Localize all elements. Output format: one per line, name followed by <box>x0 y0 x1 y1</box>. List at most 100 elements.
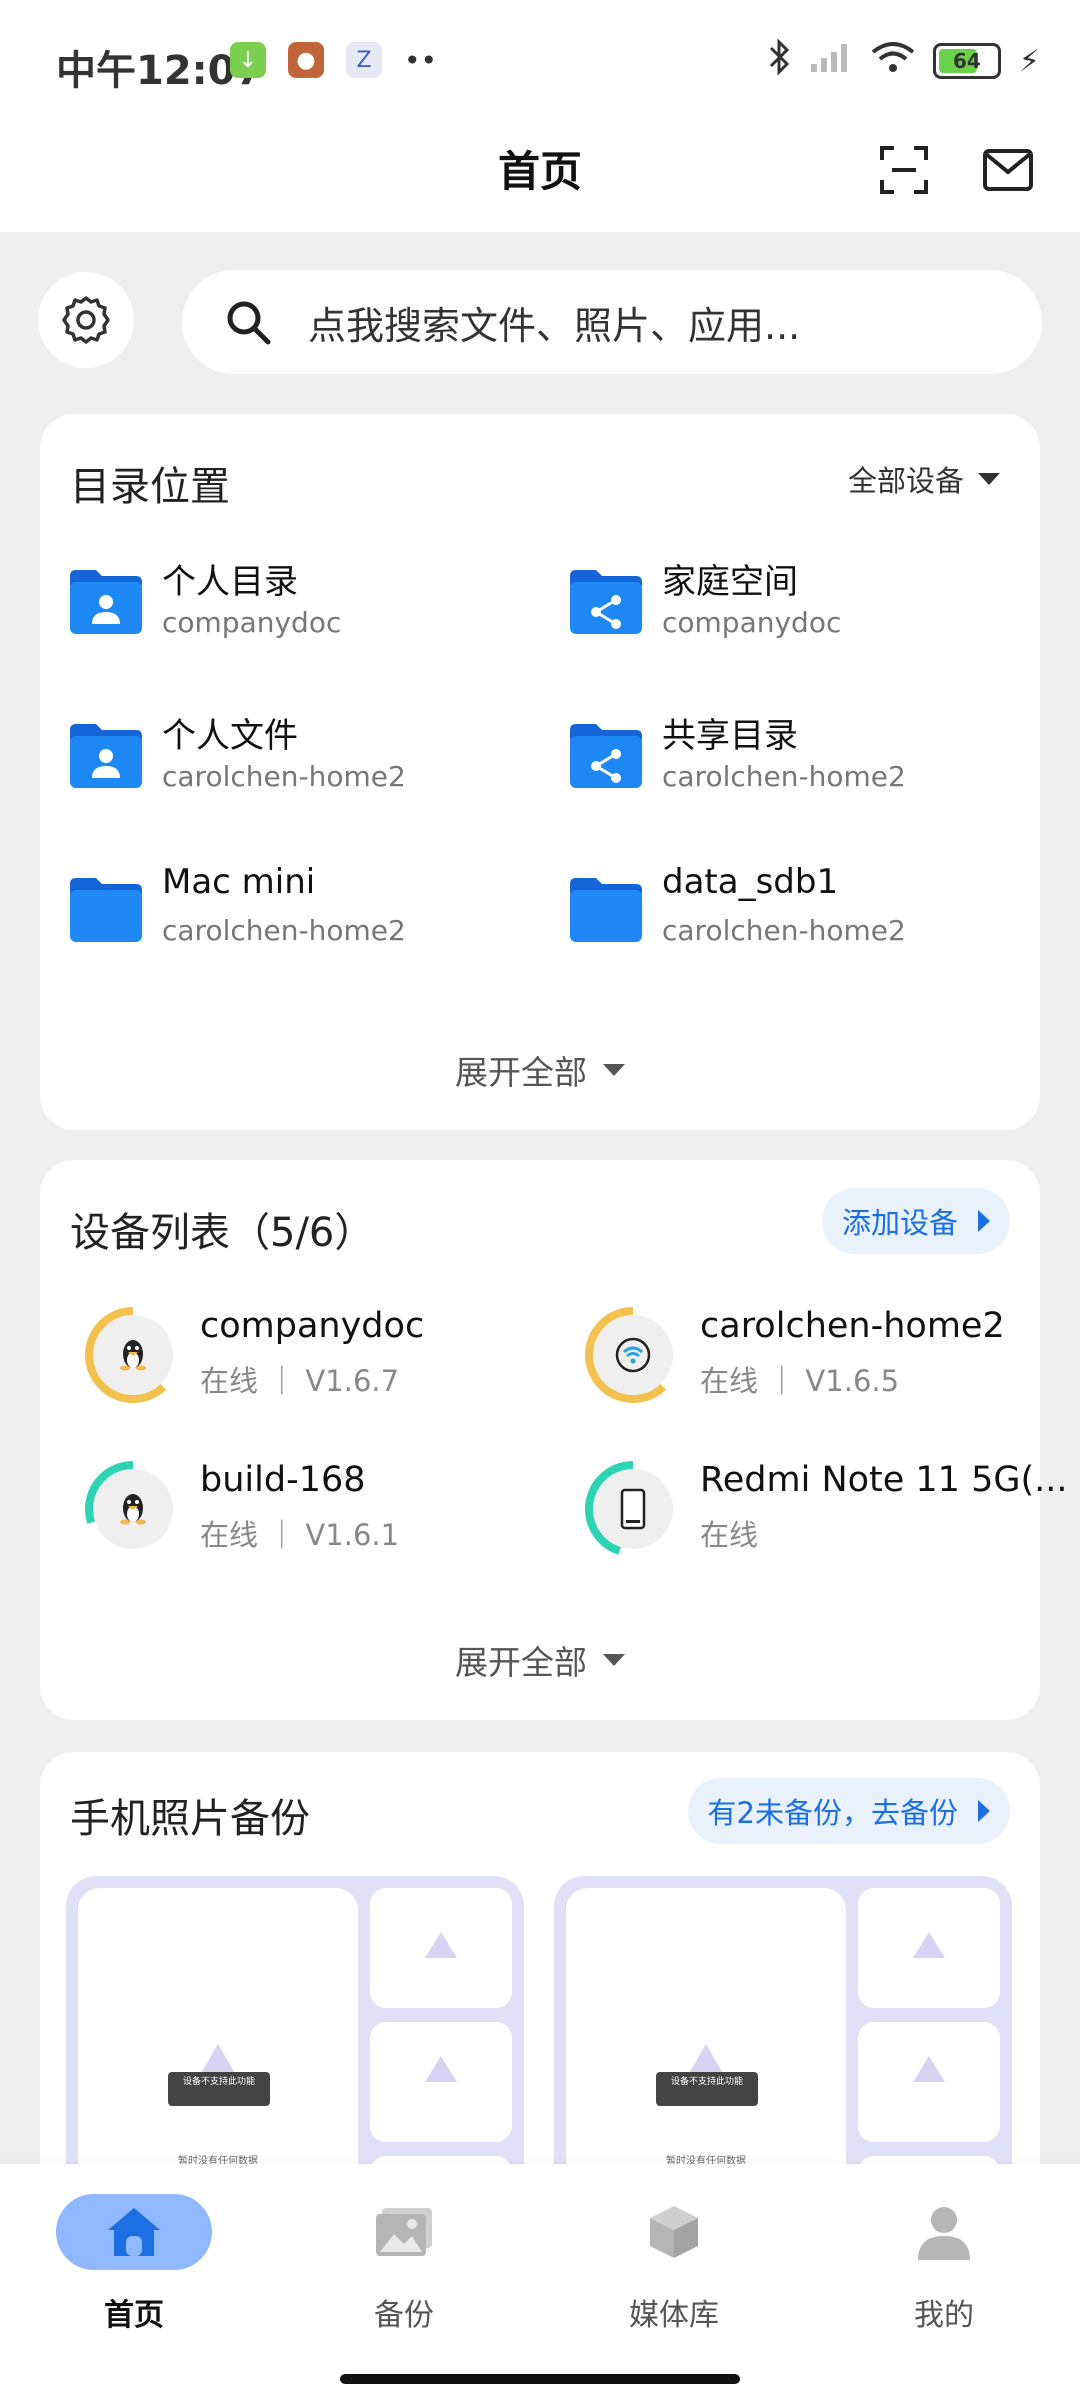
app-notification-icon: Z <box>346 42 382 78</box>
device-item[interactable]: build-168 在线 ｜ V1.6.1 <box>78 1454 558 1584</box>
device-status: 在线 ｜ V1.6.7 <box>200 1364 400 1398</box>
directory-device: companydoc <box>162 606 342 639</box>
folder-icon <box>68 874 144 944</box>
directory-item[interactable]: 家庭空间 companydoc <box>568 548 1048 668</box>
app-header: 首页 <box>0 124 1080 232</box>
device-name: companydoc <box>200 1306 425 1346</box>
directory-card: 目录位置 全部设备 个人目录 companydoc 家庭空间 companydoc 个人… <box>40 414 1040 1130</box>
go-backup-label: 有2未备份，去备份 <box>707 1796 958 1830</box>
share-folder-icon <box>568 720 644 790</box>
chevron-down-icon <box>978 473 1000 485</box>
empty-illustration-icon <box>913 2056 945 2082</box>
directory-name: data_sdb1 <box>662 862 839 902</box>
photo-backup-title: 手机照片备份 <box>70 1796 310 1842</box>
directory-item[interactable]: 个人目录 companydoc <box>68 548 548 668</box>
device-name: carolchen-home2 <box>700 1306 1005 1346</box>
nav-label: 首页 <box>104 2298 164 2333</box>
chevron-down-icon <box>603 1064 625 1076</box>
gear-icon <box>62 296 110 344</box>
home-icon <box>56 2194 212 2270</box>
go-backup-button[interactable]: 有2未备份，去备份 <box>687 1778 1010 1844</box>
charging-icon: ⚡ <box>1018 43 1040 79</box>
chevron-right-icon <box>978 1210 990 1232</box>
user-folder-icon <box>68 720 144 790</box>
bluetooth-icon <box>767 38 791 84</box>
directory-item[interactable]: 个人文件 carolchen-home2 <box>68 702 548 822</box>
nav-label: 备份 <box>374 2298 434 2333</box>
device-item[interactable]: carolchen-home2 在线 ｜ V1.6.5 <box>578 1300 1058 1430</box>
photo-preview-thumb <box>370 2022 512 2142</box>
device-status: 在线 ｜ V1.6.5 <box>700 1364 900 1398</box>
expand-label: 展开全部 <box>455 1053 587 1092</box>
photo-preview-card[interactable]: 设备不支持此功能 暂时没有任何数据 <box>554 1876 1012 2196</box>
directory-item[interactable]: Mac mini carolchen-home2 <box>68 856 548 976</box>
nav-item-backup[interactable]: 备份 <box>304 2194 504 2334</box>
game-app-icon: ● <box>288 42 324 78</box>
directory-device: carolchen-home2 <box>662 914 906 947</box>
expand-label: 展开全部 <box>455 1643 587 1682</box>
search-placeholder: 点我搜索文件、照片、应用... <box>308 303 801 348</box>
device-name: build-168 <box>200 1460 366 1500</box>
expand-devices-button[interactable]: 展开全部 <box>40 1636 1040 1684</box>
directory-item[interactable]: data_sdb1 carolchen-home2 <box>568 856 1048 976</box>
folder-icon <box>568 874 644 944</box>
device-item[interactable]: Redmi Note 11 5G(... 在线 <box>578 1454 1068 1584</box>
phone-icon <box>620 1488 646 1530</box>
directory-device: companydoc <box>662 606 842 639</box>
toast-message: 设备不支持此功能 <box>656 2072 758 2106</box>
search-icon <box>224 298 272 346</box>
status-indicators: 64 ⚡ <box>767 38 1040 84</box>
person-icon <box>866 2194 1022 2270</box>
photo-preview-card[interactable]: 设备不支持此功能 暂时没有任何数据 <box>66 1876 524 2196</box>
device-status: 在线 ｜ V1.6.1 <box>200 1518 400 1552</box>
nav-item-profile[interactable]: 我的 <box>844 2194 1044 2334</box>
more-notifications-icon: •• <box>404 43 438 77</box>
empty-illustration-icon <box>425 2056 457 2082</box>
nav-item-home[interactable]: 首页 <box>34 2194 234 2334</box>
directory-card-title: 目录位置 <box>70 464 230 510</box>
search-input[interactable]: 点我搜索文件、照片、应用... <box>182 270 1042 374</box>
device-status: 在线 <box>700 1518 759 1552</box>
empty-illustration-icon <box>913 1932 945 1958</box>
expand-directories-button[interactable]: 展开全部 <box>40 1046 1040 1094</box>
directory-name: Mac mini <box>162 862 316 902</box>
signal-icon <box>809 40 853 82</box>
device-card: 设备列表（5/6） 添加设备 companydoc 在线 ｜ V1.6.7 caro… <box>40 1160 1068 1720</box>
nav-label: 媒体库 <box>629 2298 719 2333</box>
directory-device: carolchen-home2 <box>162 760 406 793</box>
download-notification-icon: ↓ <box>230 42 266 78</box>
home-indicator[interactable] <box>340 2374 740 2384</box>
device-usage-ring <box>585 1307 681 1403</box>
photo-preview-thumb <box>858 2022 1000 2142</box>
nav-item-media-library[interactable]: 媒体库 <box>574 2194 774 2334</box>
directory-device: carolchen-home2 <box>662 760 906 793</box>
add-device-label: 添加设备 <box>841 1206 958 1240</box>
chevron-right-icon <box>978 1800 990 1822</box>
device-usage-ring <box>585 1461 681 1557</box>
battery-icon: 64 <box>932 43 1001 79</box>
image-icon <box>326 2194 482 2270</box>
device-filter-dropdown[interactable]: 全部设备 <box>848 458 1000 500</box>
notification-icons: ↓ ● Z •• <box>230 42 437 78</box>
settings-button[interactable] <box>38 272 134 368</box>
directory-name: 个人目录 <box>162 562 298 602</box>
cube-icon <box>596 2194 752 2270</box>
wifi-icon <box>871 40 915 82</box>
photo-preview-thumb <box>858 1888 1000 2008</box>
photo-preview-main: 设备不支持此功能 暂时没有任何数据 <box>78 1888 358 2196</box>
add-device-button[interactable]: 添加设备 <box>821 1188 1010 1254</box>
directory-name: 个人文件 <box>162 716 298 756</box>
directory-item[interactable]: 共享目录 carolchen-home2 <box>568 702 1048 822</box>
scan-button[interactable] <box>872 138 936 202</box>
chevron-down-icon <box>603 1654 625 1666</box>
photo-preview-thumb <box>370 1888 512 2008</box>
device-item[interactable]: companydoc 在线 ｜ V1.6.7 <box>78 1300 558 1430</box>
device-card-title: 设备列表（5/6） <box>70 1210 375 1256</box>
messages-button[interactable] <box>976 138 1040 202</box>
share-folder-icon <box>568 566 644 636</box>
status-bar: 中午12:07 ↓ ● Z •• 64 ⚡ <box>0 0 1080 124</box>
mail-icon <box>983 149 1033 191</box>
device-name: Redmi Note 11 5G(... <box>700 1460 1068 1500</box>
device-filter-label: 全部设备 <box>847 464 964 498</box>
device-usage-ring <box>85 1461 181 1557</box>
